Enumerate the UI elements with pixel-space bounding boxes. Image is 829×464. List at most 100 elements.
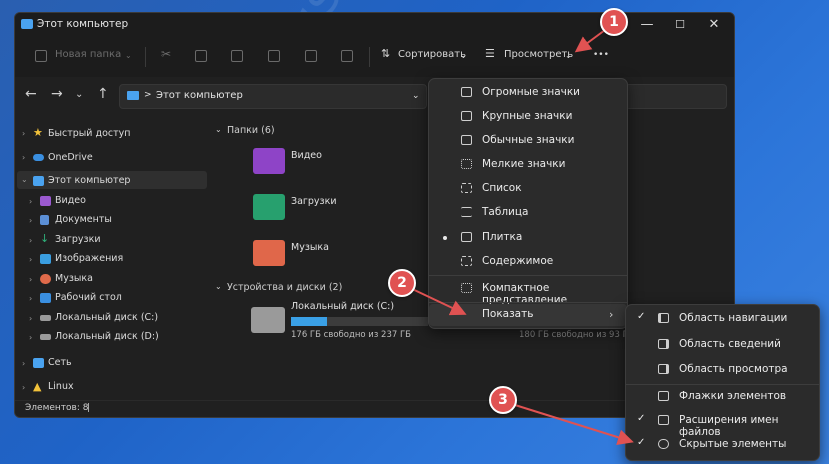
chevron-right-icon[interactable]: › (22, 359, 25, 368)
chevron-down-icon: ⌄ (565, 51, 572, 60)
up-arrow-icon[interactable]: ↑ (97, 86, 109, 102)
annotation-badge-2: 2 (388, 269, 416, 297)
sidebar-item-quick-access[interactable]: Быстрый доступ (48, 128, 130, 139)
sidebar-item-drive-c[interactable]: Локальный диск (C:) (55, 312, 158, 323)
downloads-folder-icon[interactable] (253, 194, 285, 220)
chevron-right-icon[interactable]: › (29, 275, 32, 284)
sidebar-item-drive-d[interactable]: Локальный диск (D:) (55, 331, 159, 342)
devices-section-header[interactable]: Устройства и диски (2) (227, 282, 342, 293)
chevron-down-icon[interactable]: ⌄ (412, 91, 420, 101)
submenu-item-hidden-items[interactable]: ✓ Скрытые элементы (626, 433, 819, 457)
folder-downloads[interactable]: Загрузки (291, 196, 337, 207)
submenu-item-preview-pane[interactable]: Область просмотра (626, 358, 819, 382)
chevron-down-icon[interactable]: ⌄ (215, 282, 222, 291)
selected-dot-icon (443, 236, 447, 240)
chevron-right-icon[interactable]: › (29, 314, 32, 323)
menu-item-compact-view[interactable]: Компактное представление (429, 277, 627, 306)
delete-icon[interactable] (341, 50, 353, 62)
drive-c-name[interactable]: Локальный диск (C:) (291, 301, 394, 312)
video-icon (40, 196, 51, 206)
large-icons-icon (461, 87, 472, 97)
drive-icon (40, 315, 51, 321)
chevron-right-icon[interactable]: › (29, 216, 32, 225)
share-icon[interactable] (305, 50, 317, 62)
menu-item-details[interactable]: Таблица (429, 201, 627, 225)
chevron-down-icon[interactable]: ⌄ (75, 89, 83, 100)
sidebar-item-downloads[interactable]: Загрузки (55, 234, 101, 245)
submenu-item-item-checkboxes[interactable]: Флажки элементов (626, 385, 819, 409)
chevron-right-icon[interactable]: › (29, 197, 32, 206)
menu-item-label: Показать (482, 308, 534, 320)
content-icon (461, 256, 472, 266)
music-folder-icon[interactable] (253, 240, 285, 266)
search-input[interactable] (625, 84, 727, 109)
submenu-item-label: Скрытые элементы (679, 438, 787, 450)
sidebar-item-this-pc[interactable]: Этот компьютер (48, 175, 130, 186)
chevron-right-icon[interactable]: › (22, 129, 25, 138)
view-button[interactable]: Просмотреть (504, 49, 573, 60)
sidebar-item-linux[interactable]: Linux (48, 381, 74, 392)
menu-item-label: Крупные значки (482, 110, 573, 122)
chevron-right-icon[interactable]: › (29, 236, 32, 245)
list-icon (461, 183, 472, 193)
menu-item-show[interactable]: Показать › (429, 304, 627, 326)
cut-icon[interactable]: ✂ (161, 47, 171, 61)
drive-icon[interactable] (251, 307, 285, 333)
menu-item-tiles[interactable]: Плитка (429, 226, 627, 250)
menu-item-small-icons[interactable]: Мелкие значки (429, 153, 627, 177)
sidebar-item-onedrive[interactable]: OneDrive (48, 152, 93, 163)
menu-item-medium-icons[interactable]: Обычные значки (429, 129, 627, 153)
star-icon: ★ (33, 126, 43, 139)
chevron-right-icon[interactable]: › (29, 255, 32, 264)
folders-section-header[interactable]: Папки (6) (227, 125, 275, 136)
view-icon: ☰ (485, 47, 495, 60)
maximize-button[interactable]: ☐ (665, 15, 695, 35)
sidebar-item-video[interactable]: Видео (55, 195, 86, 206)
menu-item-large-icons[interactable]: Крупные значки (429, 105, 627, 129)
preview-pane-icon (658, 364, 669, 374)
computer-icon (21, 19, 33, 29)
back-arrow-icon[interactable]: ← (25, 86, 37, 102)
copy-icon[interactable] (195, 50, 207, 62)
menu-item-content[interactable]: Содержимое (429, 250, 627, 274)
chevron-right-icon[interactable]: › (22, 383, 25, 392)
sidebar-item-desktop[interactable]: Рабочий стол (55, 292, 122, 303)
menu-separator (429, 275, 627, 276)
chevron-right-icon[interactable]: › (29, 333, 32, 342)
drive-usage-bar (291, 317, 428, 326)
sort-button[interactable]: Сортировать (398, 49, 466, 60)
menu-item-label: Плитка (482, 231, 523, 243)
sidebar-item-images[interactable]: Изображения (55, 253, 123, 264)
window-title: Этот компьютер (37, 18, 129, 30)
menu-item-list[interactable]: Список (429, 177, 627, 201)
breadcrumb[interactable]: Этот компьютер (156, 90, 243, 101)
chevron-right-icon[interactable]: › (29, 294, 32, 303)
computer-icon (33, 176, 44, 186)
forward-arrow-icon[interactable]: → (51, 86, 63, 102)
minimize-button[interactable]: — (632, 15, 662, 35)
close-button[interactable]: ✕ (699, 15, 729, 35)
sidebar-item-music[interactable]: Музыка (55, 273, 93, 284)
download-icon: ↓ (40, 232, 50, 245)
paste-icon[interactable] (231, 50, 243, 62)
folder-music[interactable]: Музыка (291, 242, 329, 253)
folder-video[interactable]: Видео (291, 150, 322, 161)
submenu-item-navigation-pane[interactable]: ✓ Область навигации (626, 307, 819, 331)
chevron-down-icon[interactable]: ⌄ (215, 125, 222, 134)
separator (369, 47, 370, 67)
submenu-item-details-pane[interactable]: Область сведений (626, 333, 819, 357)
chevron-right-icon[interactable]: › (22, 153, 25, 162)
item-count: Элементов: 8 (25, 403, 89, 413)
sidebar-item-network[interactable]: Сеть (48, 357, 72, 368)
new-folder-button[interactable]: Новая папка (55, 49, 121, 60)
submenu-item-file-extensions[interactable]: ✓ Расширения имен файлов (626, 409, 819, 438)
medium-icons-icon (461, 135, 472, 145)
rename-icon[interactable] (268, 50, 280, 62)
sidebar-item-documents[interactable]: Документы (55, 214, 112, 225)
menu-item-extra-large-icons[interactable]: Огромные значки (429, 81, 627, 105)
video-folder-icon[interactable] (253, 148, 285, 174)
chevron-down-icon[interactable]: ⌄ (21, 175, 28, 184)
more-options-button[interactable]: ••• (593, 50, 609, 60)
address-field[interactable]: > Этот компьютер ⌄ (119, 84, 427, 109)
menu-item-label: Обычные значки (482, 134, 575, 146)
